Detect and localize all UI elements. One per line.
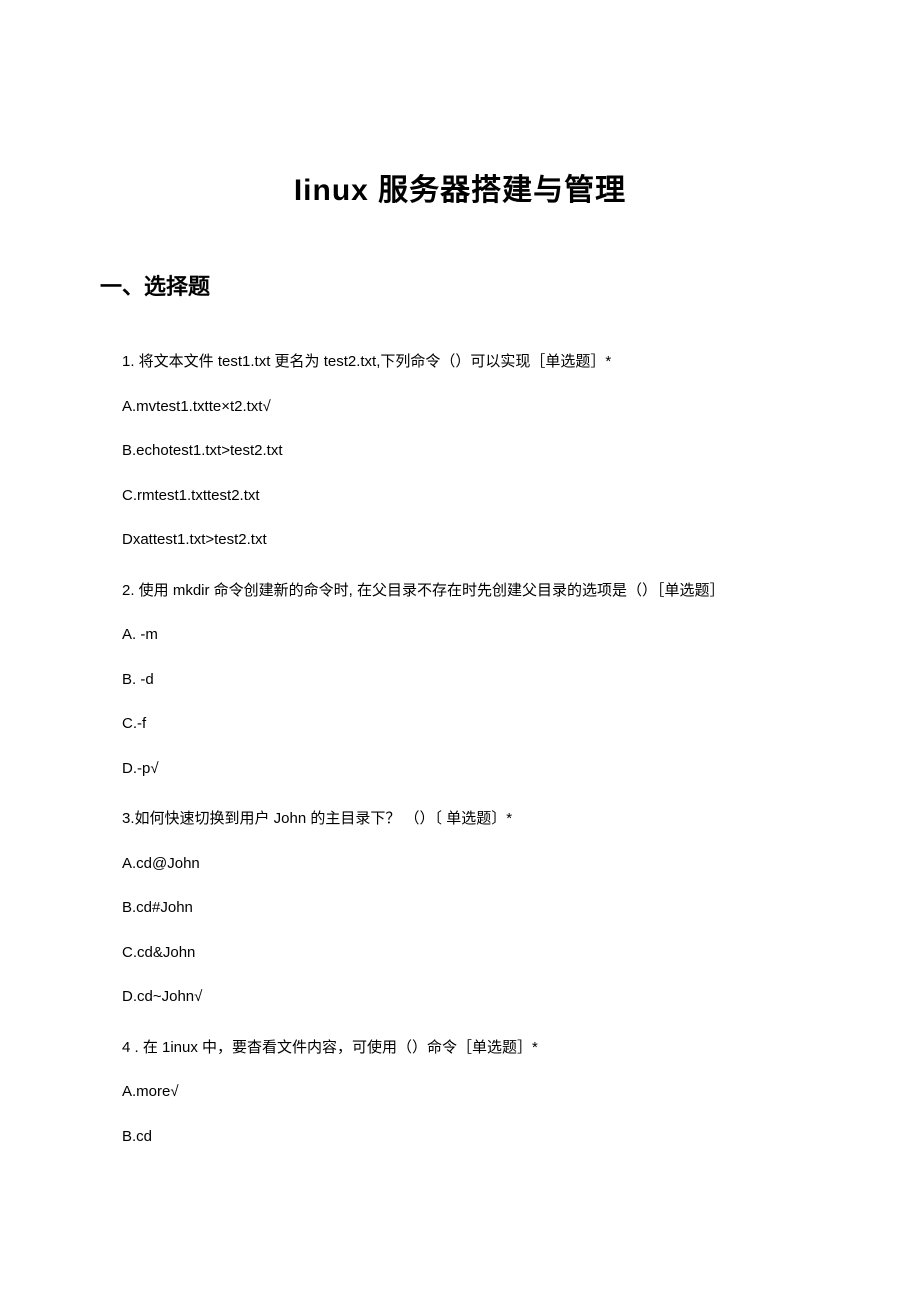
question-3: 3.如何快速切换到用户 John 的主目录下？ （）〔 单选题〕* A.cd@J…	[100, 808, 820, 1009]
option-d: D.cd~John√	[100, 986, 820, 1009]
option-a: A. -m	[100, 624, 820, 647]
option-c: C.rmtest1.txttest2.txt	[100, 485, 820, 508]
question-prompt: 3.如何快速切换到用户 John 的主目录下？ （）〔 单选题〕*	[100, 808, 820, 831]
option-b: B.cd	[100, 1126, 820, 1149]
question-prompt: 1. 将文本文件 test1.txt 更名为 test2.txt,下列命令（）可…	[100, 351, 820, 374]
document-title: Iinux 服务器搭建与管理	[100, 165, 820, 209]
option-a: A.mvtest1.txtte×t2.txt√	[100, 396, 820, 419]
question-4: 4 . 在 1inux 中，要杳看文件内容，可使用（）命令［单选题］* A.mo…	[100, 1037, 820, 1149]
option-c: C.-f	[100, 713, 820, 736]
question-prompt: 2. 使用 mkdir 命令创建新的命令时, 在父目录不存在时先创建父目录的选项…	[100, 580, 820, 603]
option-d: Dxattest1.txt>test2.txt	[100, 529, 820, 552]
option-b: B.cd#John	[100, 897, 820, 920]
question-prompt: 4 . 在 1inux 中，要杳看文件内容，可使用（）命令［单选题］*	[100, 1037, 820, 1060]
question-2: 2. 使用 mkdir 命令创建新的命令时, 在父目录不存在时先创建父目录的选项…	[100, 580, 820, 781]
option-a: A.more√	[100, 1081, 820, 1104]
option-d: D.-p√	[100, 758, 820, 781]
option-c: C.cd&John	[100, 942, 820, 965]
question-1: 1. 将文本文件 test1.txt 更名为 test2.txt,下列命令（）可…	[100, 351, 820, 552]
option-a: A.cd@John	[100, 853, 820, 876]
option-b: B.echotest1.txt>test2.txt	[100, 440, 820, 463]
option-b: B. -d	[100, 669, 820, 692]
section-header: 一、选择题	[100, 269, 820, 301]
